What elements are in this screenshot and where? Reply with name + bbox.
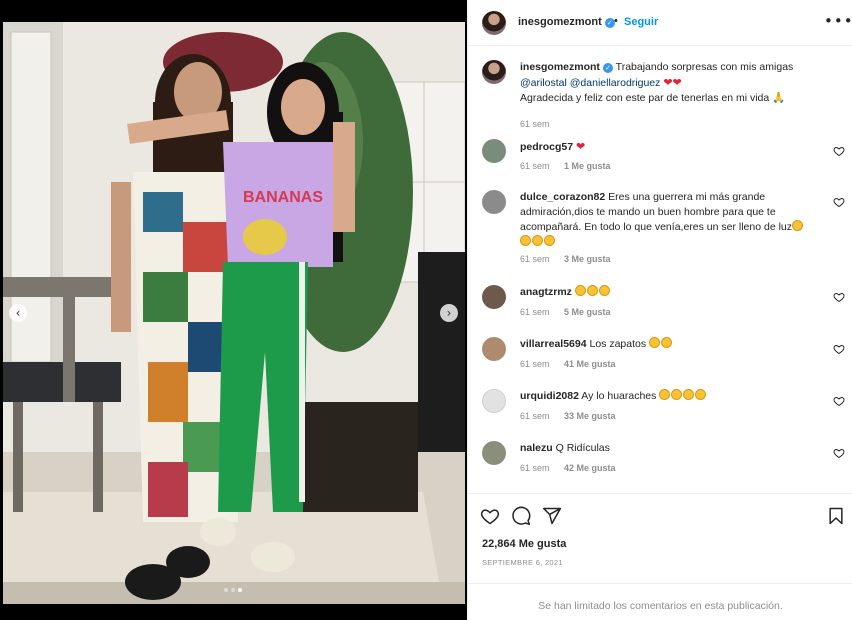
comment-body: Ay lo huaraches [581, 390, 657, 402]
bookmark-icon[interactable] [826, 506, 846, 526]
post-header: inesgomezmont ✓ • Seguir ••• [468, 0, 852, 46]
like-heart-icon[interactable] [480, 506, 500, 526]
comment-username[interactable]: anagtzrmz [520, 286, 572, 298]
comment-text: nalezu Q Ridículas [520, 441, 820, 456]
comment-meta: 61 sem 5 Me gusta [520, 307, 623, 317]
caption-text-1: Trabajando sorpresas con mis amigas [615, 61, 794, 73]
comment-like-heart-icon[interactable] [833, 196, 845, 208]
laughing-emoji-icon [695, 389, 707, 400]
red-heart-emoji-icon: ❤ [576, 140, 586, 153]
comment-avatar[interactable] [482, 389, 506, 413]
comment-text: anagtzrmz [520, 285, 820, 300]
header-separator: • [614, 15, 618, 27]
pray-emoji-icon: 🙏 [772, 92, 786, 104]
comment-like-heart-icon[interactable] [833, 145, 845, 157]
comment-text: dulce_corazon82 Eres una guerrera mi más… [520, 190, 820, 250]
comment-username[interactable]: villarreal5694 [520, 338, 587, 350]
follow-button[interactable]: Seguir [624, 16, 658, 28]
comment-time[interactable]: 61 sem [520, 161, 550, 171]
red-heart-emoji-icon: ❤❤ [663, 76, 682, 89]
carousel-dot [231, 588, 235, 592]
carousel-dot [224, 588, 228, 592]
verified-badge-icon: ✓ [602, 63, 613, 73]
comment-time[interactable]: 61 sem [520, 307, 550, 317]
mention-link[interactable]: @daniellarodriguez [570, 77, 661, 89]
comment-likes[interactable]: 5 Me gusta [564, 307, 611, 317]
comment-avatar[interactable] [482, 190, 506, 214]
laughing-emoji-icon [671, 389, 683, 400]
comment-avatar[interactable] [482, 139, 506, 163]
comment-likes[interactable]: 33 Me gusta [564, 411, 616, 421]
comment-meta: 61 sem 3 Me gusta [520, 254, 623, 264]
comment-meta: 61 sem 33 Me gusta [520, 411, 628, 421]
heart-eyes-emoji-icon [792, 220, 804, 231]
svg-text:BANANAS: BANANAS [243, 189, 323, 206]
heart-eyes-emoji-icon [520, 235, 531, 246]
comment-time[interactable]: 61 sem [520, 463, 550, 473]
owner-avatar[interactable] [482, 11, 506, 35]
comment-body: Q Ridículas [555, 442, 610, 454]
comments-list[interactable]: inesgomezmont ✓ Trabajando sorpresas con … [468, 47, 852, 492]
comment-username[interactable]: dulce_corazon82 [520, 191, 605, 203]
carousel-indicator [224, 588, 242, 592]
caption-meta: 61 sem [520, 119, 562, 129]
comment-body: Los zapatos [589, 338, 647, 350]
comments-limited-notice: Se han limitado los comentarios en esta … [468, 583, 852, 620]
caption-username[interactable]: inesgomezmont [520, 61, 600, 73]
owner-username[interactable]: inesgomezmont ✓ [518, 16, 615, 28]
share-icon[interactable] [542, 506, 562, 526]
carousel-prev-button[interactable]: ‹ [9, 304, 27, 322]
laughing-emoji-icon [586, 285, 598, 296]
comment-likes[interactable]: 42 Me gusta [564, 463, 616, 473]
more-options-icon[interactable]: ••• [824, 12, 852, 30]
comment-text: urquidi2082 Ay lo huaraches [520, 389, 820, 404]
comment-like-heart-icon[interactable] [833, 447, 845, 459]
comment-avatar[interactable] [482, 441, 506, 465]
laughing-emoji-icon [683, 389, 695, 400]
comment-username[interactable]: pedrocg57 [520, 141, 573, 153]
photo-panel: BANANAS ‹ › [0, 0, 467, 620]
laughing-emoji-icon [661, 337, 673, 348]
comment-like-heart-icon[interactable] [833, 395, 845, 407]
comment-likes[interactable]: 41 Me gusta [564, 359, 616, 369]
comment-likes[interactable]: 1 Me gusta [564, 161, 611, 171]
comment-meta: 61 sem 1 Me gusta [520, 161, 623, 171]
comment-avatar[interactable] [482, 285, 506, 309]
comment-like-heart-icon[interactable] [833, 291, 845, 303]
owner-username-text[interactable]: inesgomezmont [518, 16, 602, 28]
comment-time[interactable]: 61 sem [520, 359, 550, 369]
photo-illustration: BANANAS [3, 22, 465, 604]
comment-time[interactable]: 61 sem [520, 411, 550, 421]
caption-avatar[interactable] [482, 60, 506, 84]
post-side-panel: inesgomezmont ✓ • Seguir ••• inesgomezmon… [467, 0, 852, 620]
laughing-emoji-icon [598, 285, 610, 296]
comment-username[interactable]: nalezu [520, 442, 553, 454]
comment-text: villarreal5694 Los zapatos [520, 337, 820, 352]
carousel-dot-active [238, 588, 242, 592]
caption-text: inesgomezmont ✓ Trabajando sorpresas con … [520, 60, 820, 106]
carousel-next-button[interactable]: › [440, 304, 458, 322]
caption-time[interactable]: 61 sem [520, 119, 550, 129]
comment-like-heart-icon[interactable] [833, 343, 845, 355]
post-photo[interactable]: BANANAS [3, 22, 465, 604]
comment-username[interactable]: urquidi2082 [520, 390, 579, 402]
laughing-emoji-icon [649, 337, 661, 348]
laughing-emoji-icon [574, 285, 586, 296]
laughing-emoji-icon [659, 389, 671, 400]
comment-text: pedrocg57 ❤ [520, 139, 820, 155]
comment-avatar[interactable] [482, 337, 506, 361]
mention-link[interactable]: @arilostal [520, 77, 567, 89]
heart-eyes-emoji-icon [544, 235, 555, 246]
comment-icon[interactable] [511, 506, 531, 526]
comment-likes[interactable]: 3 Me gusta [564, 254, 611, 264]
caption-text-2: Agradecida y feliz con este par de tener… [520, 92, 770, 104]
post-actions: 22,864 Me gusta SEPTIEMBRE 6, 2021 [468, 493, 852, 583]
comment-meta: 61 sem 42 Me gusta [520, 463, 628, 473]
comment-meta: 61 sem 41 Me gusta [520, 359, 628, 369]
comment-time[interactable]: 61 sem [520, 254, 550, 264]
post-date[interactable]: SEPTIEMBRE 6, 2021 [482, 558, 563, 567]
likes-count[interactable]: 22,864 Me gusta [482, 538, 566, 550]
heart-eyes-emoji-icon [532, 235, 543, 246]
